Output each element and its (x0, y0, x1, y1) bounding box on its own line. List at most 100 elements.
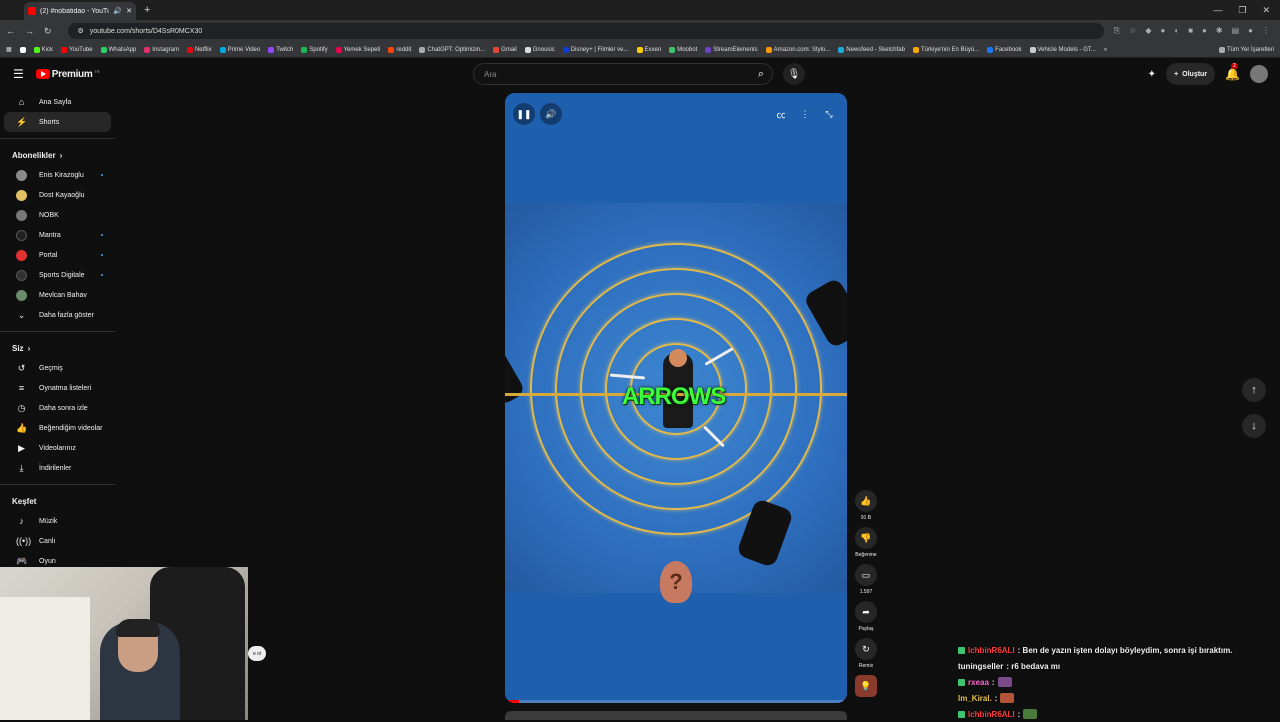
voice-search-icon[interactable]: 🎙 (783, 63, 805, 85)
sidebar-item-music[interactable]: ♪ Müzik (4, 511, 111, 531)
bookmark-item[interactable]: Netflix (186, 46, 212, 53)
sidebar-item-live[interactable]: ((•)) Canlı (4, 531, 111, 551)
sidebar-item-playlists[interactable]: ≡ Oynatma listeleri (4, 378, 111, 398)
extension-icon[interactable]: ● (1161, 26, 1166, 36)
remix-button[interactable]: ↻ (855, 638, 877, 660)
reload-icon[interactable]: ↻ (44, 26, 52, 37)
extension-icon[interactable]: ● (1202, 26, 1207, 36)
shorts-player[interactable]: ARROWS ? ❚❚ 🔊 ㏄ ⋮ ⤡ (505, 93, 847, 703)
show-more-button[interactable]: ⌄ Daha fazla göster (4, 305, 111, 325)
site-info-icon[interactable]: ⚙ (78, 27, 84, 35)
avatar[interactable] (1250, 65, 1268, 83)
pause-button[interactable]: ❚❚ (513, 103, 535, 125)
bookmark-item[interactable]: Kick (33, 46, 53, 53)
search-box[interactable]: Ara ⌕ (473, 63, 773, 85)
bookmark-item[interactable]: Amazon.com: Stylo... (765, 46, 830, 53)
extensions-puzzle-icon[interactable]: ✱ (1216, 26, 1223, 36)
cast-icon[interactable]: ✦ (1148, 69, 1156, 80)
sidebar-sub-item[interactable]: Portal (4, 245, 111, 265)
install-icon[interactable]: ⎘ (1114, 26, 1120, 36)
bookmark-item[interactable]: ChatGPT: Optimizin... (419, 46, 485, 53)
bookmarks-more-button[interactable]: » (1104, 47, 1107, 53)
more-options-icon[interactable]: ⋮ (794, 103, 816, 125)
bookmark-item[interactable]: YouTube (61, 46, 93, 53)
extension-icon[interactable]: ■ (1188, 26, 1193, 36)
speaker-icon[interactable]: 🔊 (113, 7, 122, 15)
thumbs-up-icon: 👍 (16, 422, 28, 433)
bookmark-item[interactable]: Vehicle Models - GT... (1029, 46, 1096, 53)
sidebar-item-watch-later[interactable]: ◷ Daha sonra izle (4, 398, 111, 418)
sidebar-sub-item[interactable]: Mevlcan Bahav (4, 285, 111, 305)
sidebar-item-liked-videos[interactable]: 👍 Beğendiğim videolar (4, 418, 111, 438)
fullscreen-button[interactable]: ⤡ (818, 103, 840, 125)
browser-tab[interactable]: (2) #nobatidao - YouTube 🔊 ✕ (24, 2, 136, 20)
all-bookmarks-button[interactable]: Tüm Yer İşaretleri (1218, 46, 1274, 53)
hamburger-menu-icon[interactable]: ☰ (13, 67, 24, 81)
captions-button[interactable]: ㏄ (770, 103, 792, 125)
share-button[interactable]: ➦ (855, 601, 877, 623)
bookmark-item[interactable]: Instagram (144, 46, 179, 53)
sidebar-sub-item[interactable]: Sports Digitale (4, 265, 111, 285)
chat-username: lm_Kiral. (958, 693, 992, 703)
extension-icon[interactable]: ◆ (1145, 26, 1151, 36)
volume-button[interactable]: 🔊 (540, 103, 562, 125)
sidebar-item-history[interactable]: ↺ Geçmiş (4, 358, 111, 378)
youtube-premium-logo[interactable]: Premium TR (35, 69, 100, 80)
sidebar-item-downloads[interactable]: ⤓ İndirilenler (4, 458, 111, 478)
create-button[interactable]: + Oluştur (1166, 63, 1216, 85)
star-icon[interactable]: ☆ (1129, 26, 1136, 36)
maximize-button[interactable]: ❐ (1238, 5, 1246, 16)
forward-icon[interactable]: → (25, 26, 34, 36)
profile-icon[interactable]: ● (1248, 26, 1253, 36)
extension-icons: ⎘ ☆ ◆ ● ◐ ■ ● ✱ ▤ ● ⋮ (1114, 26, 1274, 36)
bookmark-item[interactable]: reddit (388, 46, 411, 53)
search-icon[interactable]: ⌕ (758, 68, 764, 81)
history-icon: ↺ (17, 362, 26, 373)
bookmark-item[interactable]: Gmail (493, 46, 517, 53)
new-tab-button[interactable]: + (144, 4, 150, 16)
bookmark-item[interactable]: Twitch (268, 46, 293, 53)
sidebar-sub-item[interactable]: NOBK (4, 205, 111, 225)
channel-avatar[interactable]: 💡 (855, 675, 877, 697)
close-window-button[interactable]: ✕ (1262, 5, 1270, 16)
dislike-button[interactable]: 👎 (855, 527, 877, 549)
you-heading[interactable]: Siz › (0, 338, 115, 358)
divider (0, 484, 115, 485)
next-short-button[interactable]: ↓ (1242, 414, 1266, 438)
bookmark-item[interactable]: Newsfeed - Sketchfab (838, 46, 905, 53)
subscriptions-heading[interactable]: Abonelikler › (0, 145, 115, 165)
notifications-bell-icon[interactable]: 🔔 2 (1225, 63, 1240, 81)
sidebar-sub-item[interactable]: Dost Kayaoğlu (4, 185, 111, 205)
apps-icon[interactable]: ▦ (6, 46, 12, 53)
bookmark-item[interactable]: Spotify (301, 46, 328, 53)
bookmark-x[interactable] (19, 46, 26, 53)
progress-bar[interactable] (505, 700, 847, 703)
sidebar-sub-item[interactable]: Mantra (4, 225, 111, 245)
sidebar-item-home[interactable]: ⌂ Ana Sayfa (4, 92, 111, 112)
bookmark-item[interactable]: Prime Video (219, 46, 260, 53)
divider (0, 331, 115, 332)
address-bar[interactable]: ⚙ youtube.com/shorts/D4SsR0MCX30 (67, 23, 1104, 39)
back-icon[interactable]: ← (6, 26, 15, 36)
sidebar-item-shorts[interactable]: ⚡ Shorts (4, 112, 111, 132)
sidebar-sub-item[interactable]: Enis Kirazoglu (4, 165, 111, 185)
menu-dots-icon[interactable]: ⋮ (1262, 26, 1270, 36)
bookmark-item[interactable]: Yemek Sepeti (335, 46, 380, 53)
bookmark-item[interactable]: Moobot (669, 46, 697, 53)
sidebar-item-your-videos[interactable]: ▶ Videolarınız (4, 438, 111, 458)
bookmark-item[interactable]: Gnoosic (524, 46, 555, 53)
comments-button[interactable]: ▭ (855, 564, 877, 586)
bookmark-item[interactable]: Facebook (987, 46, 1022, 53)
next-short-preview[interactable] (505, 711, 847, 720)
bookmark-item[interactable]: Exxen (636, 46, 661, 53)
close-tab-icon[interactable]: ✕ (126, 7, 132, 15)
bookmark-item[interactable]: Disney+ | Filmler ve... (562, 46, 629, 53)
like-button[interactable]: 👍 (855, 490, 877, 512)
previous-short-button[interactable]: ↑ (1242, 378, 1266, 402)
minimize-button[interactable]: — (1213, 5, 1222, 16)
extension-icon[interactable]: ◐ (1174, 26, 1179, 36)
sidepanel-icon[interactable]: ▤ (1232, 26, 1240, 36)
bookmark-item[interactable]: WhatsApp (100, 46, 136, 53)
bookmark-item[interactable]: StreamElements (705, 46, 758, 53)
bookmark-item[interactable]: Türkiye'nin En Büyü... (912, 46, 979, 53)
